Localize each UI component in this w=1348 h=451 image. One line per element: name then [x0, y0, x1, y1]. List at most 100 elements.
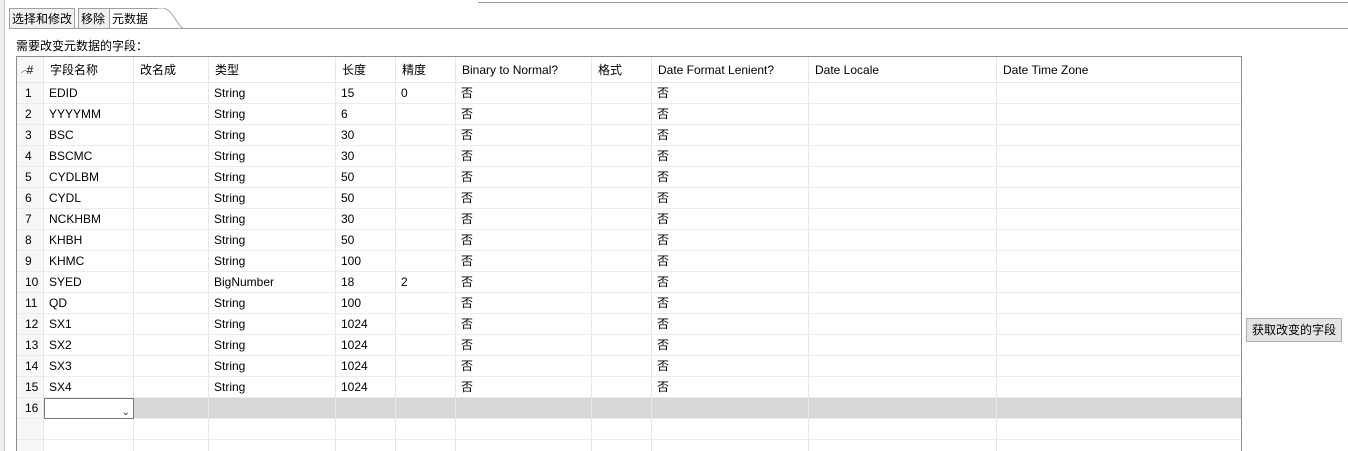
cell-rename-to[interactable]: [134, 377, 209, 398]
cell-length[interactable]: 1024: [336, 377, 396, 398]
cell-precision[interactable]: [396, 356, 456, 377]
cell-length[interactable]: 1024: [336, 335, 396, 356]
cell-format[interactable]: [592, 314, 652, 335]
cell-date-time-zone[interactable]: [997, 377, 1241, 398]
cell-format[interactable]: [592, 146, 652, 167]
cell-row-index[interactable]: 13: [17, 335, 44, 356]
cell-rename-to[interactable]: [134, 209, 209, 230]
cell-date-locale[interactable]: [809, 125, 997, 146]
cell-field-name[interactable]: SX3: [44, 356, 134, 377]
cell-binary-to-normal[interactable]: 否: [456, 167, 592, 188]
cell-binary-to-normal[interactable]: 否: [456, 335, 592, 356]
cell-rename-to[interactable]: [134, 293, 209, 314]
cell-length[interactable]: [336, 398, 396, 419]
cell-field-name[interactable]: KHMC: [44, 251, 134, 272]
cell-field-name[interactable]: KHBH: [44, 230, 134, 251]
header-date-locale[interactable]: Date Locale: [809, 57, 997, 83]
cell-length[interactable]: 50: [336, 167, 396, 188]
cell-date-locale[interactable]: [809, 188, 997, 209]
cell-precision[interactable]: [396, 251, 456, 272]
cell-precision[interactable]: [396, 104, 456, 125]
cell-field-name[interactable]: SX1: [44, 314, 134, 335]
cell-date-format-lenient[interactable]: 否: [652, 125, 809, 146]
cell-binary-to-normal[interactable]: 否: [456, 125, 592, 146]
cell-date-format-lenient[interactable]: 否: [652, 230, 809, 251]
cell-date-locale[interactable]: [809, 83, 997, 104]
cell-precision[interactable]: [396, 188, 456, 209]
table-row[interactable]: 14 SX3 String 1024 否 否: [17, 356, 1241, 377]
tab-metadata[interactable]: 元数据: [109, 8, 159, 29]
cell-length[interactable]: 18: [336, 272, 396, 293]
cell-length[interactable]: 15: [336, 83, 396, 104]
header-date-format-lenient[interactable]: Date Format Lenient?: [652, 57, 809, 83]
cell-date-locale[interactable]: [809, 146, 997, 167]
cell-date-locale[interactable]: [809, 251, 997, 272]
cell-type[interactable]: String: [209, 356, 336, 377]
table-row[interactable]: 8 KHBH String 50 否 否: [17, 230, 1241, 251]
header-rename-to[interactable]: 改名成: [134, 57, 209, 83]
cell-date-time-zone[interactable]: [997, 83, 1241, 104]
cell-date-time-zone[interactable]: [997, 125, 1241, 146]
table-row[interactable]: 1 EDID String 15 0 否否: [17, 83, 1241, 104]
cell-rename-to[interactable]: [134, 398, 209, 419]
cell-precision[interactable]: [396, 167, 456, 188]
cell-binary-to-normal[interactable]: 否: [456, 251, 592, 272]
cell-date-format-lenient[interactable]: 否: [652, 272, 809, 293]
table-row[interactable]: 11 QD String 100 否 否: [17, 293, 1241, 314]
header-binary-to-normal[interactable]: Binary to Normal?: [456, 57, 592, 83]
cell-field-name[interactable]: CYDL: [44, 188, 134, 209]
table-row[interactable]: 5 CYDLBM String 50 否 否: [17, 167, 1241, 188]
get-changed-fields-button[interactable]: 获取改变的字段: [1246, 318, 1342, 342]
cell-format[interactable]: [592, 167, 652, 188]
cell-row-index[interactable]: 9: [17, 251, 44, 272]
cell-type[interactable]: BigNumber: [209, 272, 336, 293]
cell-type[interactable]: String: [209, 314, 336, 335]
cell-format[interactable]: [592, 272, 652, 293]
cell-type[interactable]: String: [209, 104, 336, 125]
chevron-down-icon[interactable]: ⌄: [122, 402, 130, 418]
cell-date-format-lenient[interactable]: 否: [652, 167, 809, 188]
header-index[interactable]: ︿ #: [17, 57, 44, 83]
cell-row-index[interactable]: 11: [17, 293, 44, 314]
cell-length[interactable]: 50: [336, 230, 396, 251]
table-row[interactable]: 4 BSCMC String 30 否 否: [17, 146, 1241, 167]
cell-date-time-zone[interactable]: [997, 230, 1241, 251]
cell-rename-to[interactable]: [134, 314, 209, 335]
field-name-dropdown[interactable]: ⌄: [44, 398, 134, 419]
cell-date-format-lenient[interactable]: 否: [652, 104, 809, 125]
cell-precision[interactable]: [396, 314, 456, 335]
cell-date-time-zone[interactable]: [997, 293, 1241, 314]
cell-type[interactable]: String: [209, 167, 336, 188]
tab-select-modify[interactable]: 选择和修改: [9, 8, 75, 28]
cell-format[interactable]: [592, 293, 652, 314]
cell-field-name[interactable]: YYYYMM: [44, 104, 134, 125]
cell-date-format-lenient[interactable]: 否: [652, 335, 809, 356]
cell-type[interactable]: String: [209, 377, 336, 398]
cell-length[interactable]: 6: [336, 104, 396, 125]
cell-binary-to-normal[interactable]: 否: [456, 356, 592, 377]
cell-binary-to-normal[interactable]: 否: [456, 377, 592, 398]
cell-date-time-zone[interactable]: [997, 398, 1241, 419]
cell-type[interactable]: String: [209, 188, 336, 209]
cell-date-format-lenient[interactable]: [652, 398, 809, 419]
cell-format[interactable]: [592, 188, 652, 209]
cell-field-name[interactable]: CYDLBM: [44, 167, 134, 188]
header-format[interactable]: 格式: [592, 57, 652, 83]
table-row[interactable]: 10 SYED BigNumber 18 2 否否: [17, 272, 1241, 293]
cell-precision[interactable]: [396, 293, 456, 314]
cell-type[interactable]: String: [209, 251, 336, 272]
cell-row-index[interactable]: 2: [17, 104, 44, 125]
cell-length[interactable]: 1024: [336, 356, 396, 377]
cell-format[interactable]: [592, 398, 652, 419]
cell-row-index[interactable]: 14: [17, 356, 44, 377]
cell-binary-to-normal[interactable]: 否: [456, 146, 592, 167]
cell-length[interactable]: 30: [336, 146, 396, 167]
cell-type[interactable]: String: [209, 230, 336, 251]
cell-field-name[interactable]: SX4: [44, 377, 134, 398]
cell-length[interactable]: 100: [336, 251, 396, 272]
cell-row-index[interactable]: 5: [17, 167, 44, 188]
cell-date-format-lenient[interactable]: 否: [652, 209, 809, 230]
cell-precision[interactable]: 0: [396, 83, 456, 104]
cell-precision[interactable]: [396, 230, 456, 251]
cell-rename-to[interactable]: [134, 125, 209, 146]
